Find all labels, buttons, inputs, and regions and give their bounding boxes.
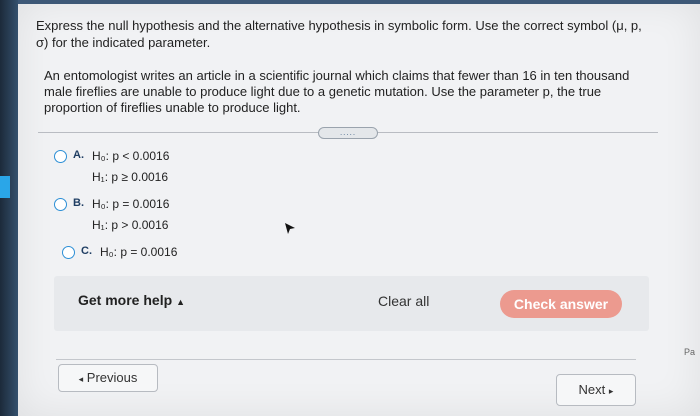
radio-option-b[interactable] bbox=[54, 198, 67, 211]
option-c-letter: C. bbox=[81, 245, 92, 257]
next-button[interactable]: Next ▸ bbox=[556, 374, 636, 406]
option-b-letter: B. bbox=[73, 197, 84, 209]
previous-button[interactable]: ◂ Previous bbox=[58, 364, 158, 392]
mouse-cursor-icon bbox=[285, 223, 295, 234]
chevron-right-icon: ▸ bbox=[608, 386, 614, 396]
question-prompt: Express the null hypothesis and the alte… bbox=[36, 18, 642, 50]
option-b-h1: H₁: p > 0.0016 bbox=[92, 218, 169, 232]
previous-label: Previous bbox=[86, 370, 138, 385]
expand-handle[interactable]: ..... bbox=[318, 127, 378, 139]
top-bar bbox=[18, 0, 700, 4]
caret-up-icon: ▲ bbox=[176, 297, 186, 307]
option-b-h0: H₀: p = 0.0016 bbox=[92, 197, 170, 211]
option-a-h0: H₀: p < 0.0016 bbox=[92, 149, 170, 163]
nav-divider bbox=[56, 359, 636, 360]
radio-option-c[interactable] bbox=[62, 246, 75, 259]
problem-statement: An entomologist writes an article in a s… bbox=[44, 68, 630, 115]
option-a-h1: H₁: p ≥ 0.0016 bbox=[92, 170, 169, 184]
get-more-help-button[interactable]: Get more help ▲ bbox=[78, 292, 185, 308]
window-left-edge bbox=[0, 0, 18, 416]
option-a-letter: A. bbox=[73, 149, 84, 161]
check-answer-button[interactable]: Check answer bbox=[500, 290, 622, 318]
side-indicator bbox=[0, 176, 10, 198]
next-label: Next bbox=[578, 382, 606, 397]
action-footer: Get more help ▲ Clear all Check answer bbox=[54, 276, 649, 331]
get-more-help-label: Get more help bbox=[78, 292, 173, 308]
option-c-h0: H₀: p = 0.0016 bbox=[100, 245, 178, 259]
clear-all-button[interactable]: Clear all bbox=[378, 293, 429, 309]
radio-option-a[interactable] bbox=[54, 150, 67, 163]
page-indicator: Pa bbox=[684, 347, 696, 357]
chevron-left-icon: ◂ bbox=[78, 374, 84, 384]
